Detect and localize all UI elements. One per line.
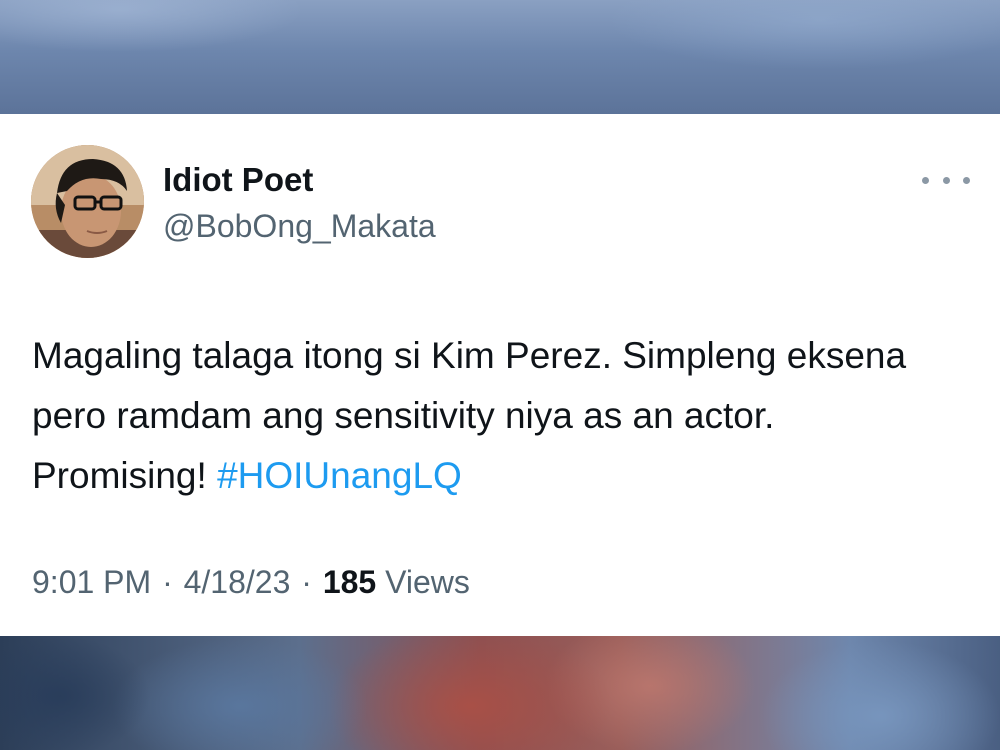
screenshot-frame: Idiot Poet @BobOng_Makata Magaling talag… [0, 0, 1000, 750]
tweet-date[interactable]: 4/18/23 [184, 564, 291, 600]
more-dot-icon [942, 176, 950, 184]
meta-separator: · [301, 564, 312, 600]
tweet-time[interactable]: 9:01 PM [32, 564, 151, 600]
tweet-text: Magaling talaga itong si Kim Perez. Simp… [32, 326, 952, 506]
author-avatar[interactable] [31, 145, 144, 258]
background-photo-top [0, 0, 1000, 114]
more-dot-icon [922, 176, 929, 184]
tweet-card: Idiot Poet @BobOng_Makata Magaling talag… [0, 114, 1000, 636]
author-display-name[interactable]: Idiot Poet [163, 160, 313, 200]
meta-separator: · [162, 564, 173, 600]
hashtag-link[interactable]: #HOIUnangLQ [217, 455, 462, 496]
views-label: Views [385, 564, 470, 600]
views-count: 185 [322, 564, 377, 600]
tweet-body-text: Magaling talaga itong si Kim Perez. Simp… [32, 335, 907, 496]
tweet-metadata: 9:01 PM · 4/18/23 · 185 Views [32, 562, 470, 602]
more-options-button[interactable] [922, 168, 970, 192]
avatar-photo-icon [31, 145, 144, 258]
author-handle[interactable]: @BobOng_Makata [163, 206, 436, 246]
more-dot-icon [963, 176, 970, 184]
background-photo-bottom [0, 636, 1000, 750]
